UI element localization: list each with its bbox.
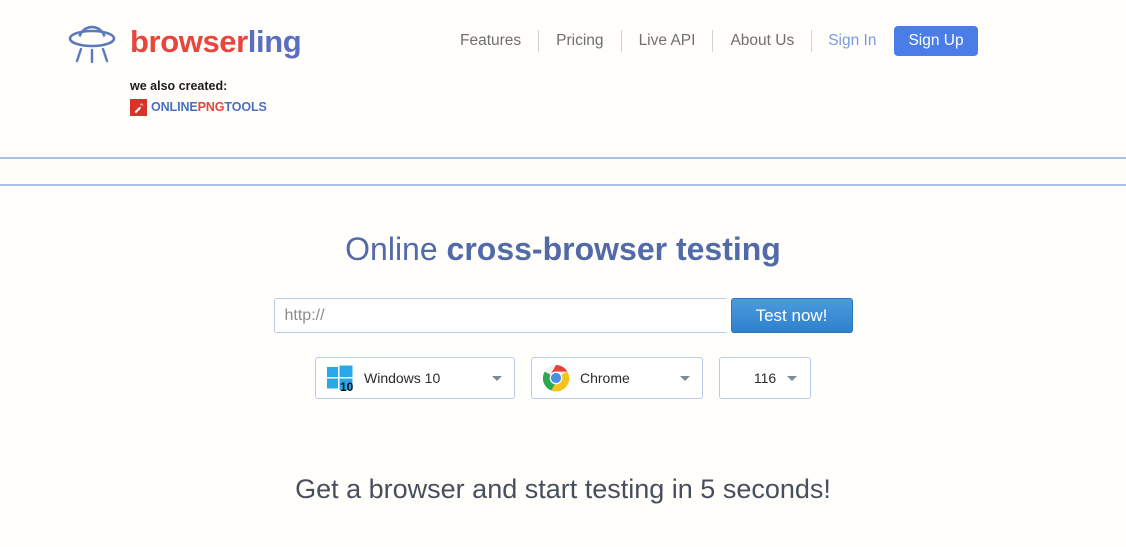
brand-word-ling: ling [247,23,302,59]
url-input[interactable] [273,298,726,334]
onlinepngtools-link[interactable]: ONLINEPNGTOOLS [130,99,301,116]
main-content: Online cross-browser testing Test now! 1… [0,186,1126,506]
page-title: Online cross-browser testing [0,230,1126,268]
headline-light-part: Online [345,231,438,267]
platform-selectors: 10 Windows 10 Chrome 116 [0,357,1126,400]
also-created-label: we also created: [130,79,228,93]
tagline: Get a browser and start testing in 5 sec… [295,474,831,505]
os-select[interactable]: 10 Windows 10 [315,357,515,400]
brand-wordmark: browserling [130,23,302,59]
ufo-icon [68,25,116,64]
browser-select[interactable]: Chrome [531,357,703,400]
os-select-label: Windows 10 [364,370,441,387]
also-created-block: we also created: ONLINEPNGTOOLS [130,79,301,116]
nav-item-pricing[interactable]: Pricing [539,26,620,56]
version-select[interactable]: 116 [719,357,811,400]
opt-part-online: ONLINE [151,100,198,115]
logo-link[interactable]: browserling [66,16,302,66]
nav-item-about-us[interactable]: About Us [713,26,811,56]
sign-up-button[interactable]: Sign Up [894,25,978,57]
divider-band [0,157,1126,186]
page-header: browserling we also created: ONLINEPNGTO… [0,0,1126,158]
svg-text:10: 10 [340,380,354,392]
chevron-down-icon [492,376,502,382]
onlinepngtools-text: ONLINEPNGTOOLS [151,101,267,114]
sign-in-link[interactable]: Sign In [812,26,892,56]
nav-item-features[interactable]: Features [455,26,538,56]
opt-part-tools: TOOLS [224,100,267,115]
test-form: Test now! [0,298,1126,334]
chevron-down-icon [680,376,690,382]
headline-bold-part: cross-browser testing [446,231,781,267]
chrome-logo-icon [542,365,570,392]
wrench-icon [130,99,147,116]
windows-logo-icon: 10 [327,365,354,392]
browser-select-label: Chrome [580,370,630,387]
nav-item-live-api[interactable]: Live API [622,26,713,56]
main-navigation: Features Pricing Live API About Us Sign … [455,25,978,57]
version-select-label: 116 [753,370,777,387]
divider-inner-band [0,159,1126,184]
chevron-down-icon [787,376,797,382]
brand-block: browserling we also created: ONLINEPNGTO… [66,16,302,116]
opt-part-png: PNG [197,100,225,115]
brand-word-browser: browser [130,23,248,59]
test-now-button[interactable]: Test now! [730,298,853,334]
